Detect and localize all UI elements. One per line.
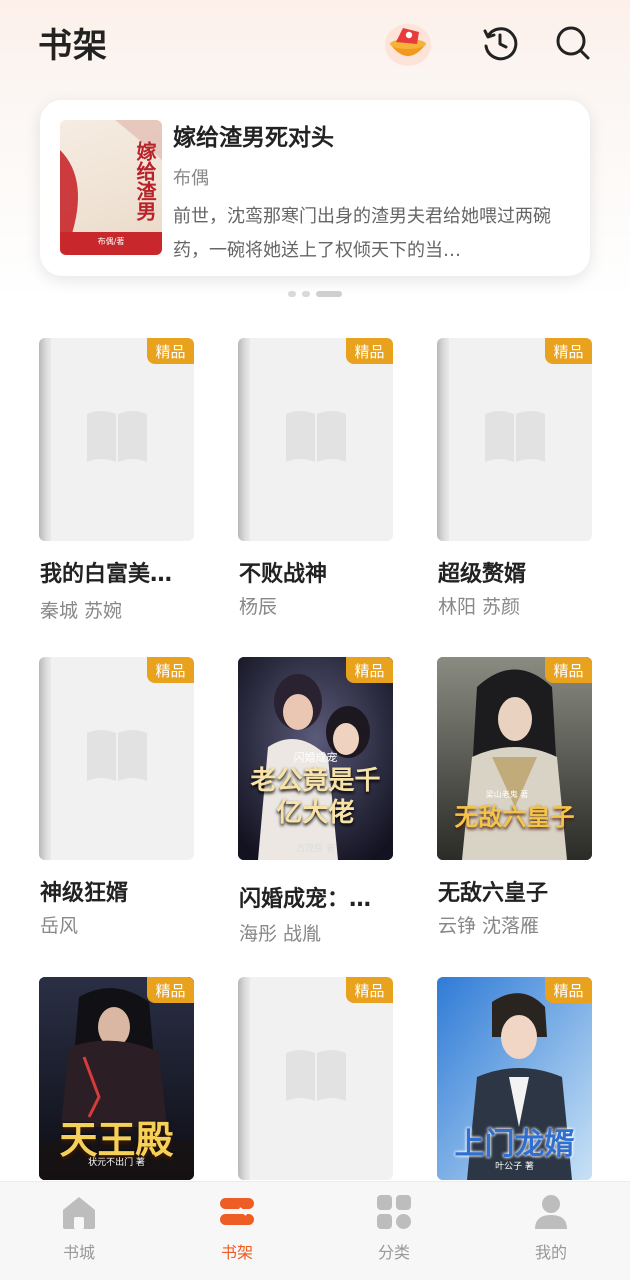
- featured-book-author: 布偶: [173, 168, 209, 189]
- featured-book-title: 嫁给渣男死对头: [173, 125, 334, 151]
- featured-book-cover[interactable]: 嫁给渣男 布偶/著: [60, 120, 162, 255]
- book-cover[interactable]: 天王殿 状元不出门 著 精品: [39, 977, 194, 1180]
- cover-title: 上门龙婿: [454, 1127, 575, 1162]
- cover-small-title: 闪婚成宠: [293, 751, 338, 764]
- category-icon: [377, 1195, 411, 1229]
- book-title: 无敌六皇子: [438, 881, 549, 906]
- carousel-dot: [288, 291, 296, 297]
- book-title: 我的白富美…: [40, 562, 173, 587]
- nav-label: 书架: [220, 1243, 253, 1262]
- premium-badge: 精品: [545, 338, 592, 364]
- nav-label: 分类: [377, 1243, 410, 1262]
- book-author: 岳风: [40, 915, 79, 937]
- book-cover-placeholder[interactable]: 精品: [238, 977, 393, 1180]
- cover-author: 古茂芽 著: [296, 844, 335, 854]
- premium-badge: 精品: [147, 657, 194, 683]
- book-cover-placeholder[interactable]: 精品: [238, 338, 393, 541]
- page-title: 书架: [38, 26, 108, 66]
- premium-badge: 精品: [346, 338, 393, 364]
- carousel-indicator: [0, 291, 630, 297]
- book-cover-placeholder[interactable]: 精品: [39, 338, 194, 541]
- nav-item-bookshelf[interactable]: 书架: [187, 1182, 287, 1280]
- book-title: 不败战神: [239, 562, 328, 587]
- book-placeholder-icon: [286, 411, 346, 462]
- book-author: 海彤 战胤: [239, 923, 322, 945]
- book-title: 闪婚成宠：…: [239, 887, 372, 912]
- book-placeholder-icon: [87, 730, 147, 781]
- premium-badge: 精品: [346, 657, 393, 683]
- book-cover[interactable]: 上门龙婿 叶公子 著 精品: [437, 977, 592, 1180]
- book-author: 杨辰: [239, 596, 278, 618]
- premium-badge: 精品: [346, 977, 393, 1003]
- premium-badge: 精品: [545, 657, 592, 683]
- bookshelf-icon: [220, 1198, 254, 1225]
- bottom-nav: 书城 书架 分类 我的: [0, 1181, 630, 1280]
- cover-title: 老公竟是千亿大佬: [250, 766, 381, 828]
- nav-item-category[interactable]: 分类: [344, 1182, 444, 1280]
- book-title: 神级狂婿: [40, 881, 129, 906]
- nav-label: 我的: [534, 1243, 567, 1262]
- header: 书架: [0, 0, 630, 90]
- nav-label: 书城: [62, 1243, 95, 1262]
- book-cover-placeholder[interactable]: 精品: [437, 338, 592, 541]
- book-cover[interactable]: 闪婚成宠 老公竟是千亿大佬 古茂芽 著 精品: [238, 657, 393, 860]
- book-placeholder-icon: [485, 411, 545, 462]
- history-icon[interactable]: [475, 18, 525, 68]
- premium-badge: 精品: [147, 977, 194, 1003]
- profile-icon: [535, 1195, 567, 1229]
- book-placeholder-icon: [286, 1050, 346, 1101]
- featured-book-card[interactable]: 嫁给渣男 布偶/著 嫁给渣男死对头 布偶 前世，沈鸾那寒门出身的渣男夫君给她喂过…: [40, 100, 590, 276]
- book-author: 秦城 苏婉: [40, 600, 123, 622]
- nav-item-bookstore[interactable]: 书城: [29, 1182, 129, 1280]
- book-placeholder-icon: [87, 411, 147, 462]
- book-author: 林阳 苏颜: [438, 596, 521, 618]
- book-cover-placeholder[interactable]: 精品: [39, 657, 194, 860]
- featured-cover-title: 嫁给渣男: [133, 141, 157, 221]
- nav-item-profile[interactable]: 我的: [501, 1182, 601, 1280]
- cover-author: 叶公子 著: [495, 1162, 534, 1172]
- carousel-dot: [302, 291, 310, 297]
- premium-badge: 精品: [545, 977, 592, 1003]
- book-cover[interactable]: 无敌六皇子 梁山老鬼 著 精品: [437, 657, 592, 860]
- cover-title: 无敌六皇子: [454, 802, 575, 831]
- carousel-dot-active: [316, 291, 342, 297]
- cover-author: 状元不出门 著: [88, 1158, 145, 1168]
- featured-book-description: 前世，沈鸾那寒门出身的渣男夫君给她喂过两碗药，一碗将她送上了权倾天下的当…: [173, 206, 551, 261]
- search-icon[interactable]: [548, 18, 598, 68]
- home-icon: [63, 1197, 95, 1229]
- premium-badge: 精品: [147, 338, 194, 364]
- red-packet-icon[interactable]: [383, 18, 433, 68]
- featured-cover-author: 布偶/著: [97, 237, 125, 246]
- book-title: 超级赘婿: [438, 562, 527, 587]
- book-author: 云铮 沈落雁: [438, 915, 540, 937]
- cover-author: 梁山老鬼 著: [485, 790, 529, 799]
